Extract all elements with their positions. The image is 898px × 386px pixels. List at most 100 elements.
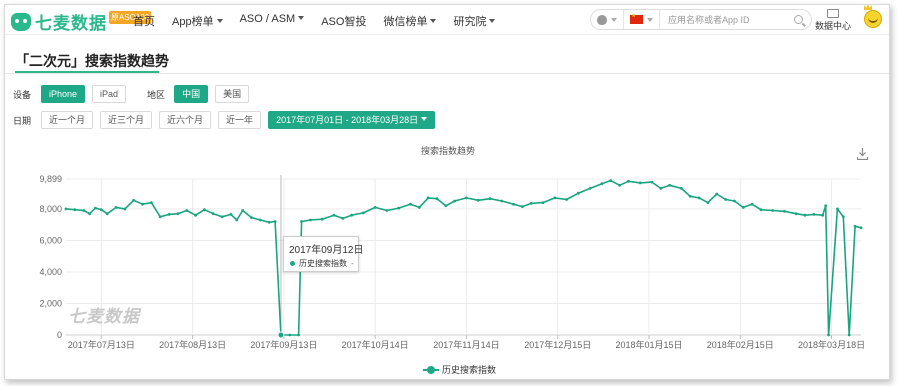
data-point: [88, 212, 91, 216]
data-point: [211, 212, 215, 216]
data-point: [668, 183, 671, 187]
y-tick-label: 4,000: [39, 267, 62, 277]
data-point: [150, 201, 153, 205]
data-point: [194, 213, 198, 217]
data-point: [409, 202, 412, 206]
data-point: [794, 212, 798, 216]
data-point: [341, 217, 345, 220]
data-point: [332, 213, 336, 217]
x-tick-label: 2017年10月14日: [342, 339, 409, 350]
data-point: [853, 224, 857, 228]
chart-watermark: 七麦数据: [68, 307, 140, 326]
data-point: [94, 206, 97, 210]
y-tick-label: 2,000: [39, 298, 62, 308]
chart-legend[interactable]: 历史搜索指数: [423, 363, 496, 376]
data-point: [288, 333, 292, 337]
data-point: [220, 215, 224, 219]
chart-tooltip: 2017年09月12日 历史搜索指数 -: [283, 236, 364, 272]
data-point: [426, 196, 430, 200]
data-point: [105, 212, 109, 216]
data-point: [373, 206, 377, 209]
data-point: [488, 197, 492, 201]
data-point: [64, 207, 68, 211]
data-point: [250, 216, 253, 220]
data-point: [453, 199, 457, 203]
data-point: [659, 187, 663, 190]
data-point: [267, 220, 271, 224]
data-point: [435, 197, 439, 201]
data-point: [385, 209, 389, 212]
data-point: [229, 213, 233, 216]
data-point: [759, 208, 763, 212]
data-point: [203, 208, 206, 212]
data-point: [176, 212, 180, 216]
data-point: [650, 180, 654, 184]
x-tick-label: 2018年03月18日: [798, 339, 865, 350]
data-point: [618, 183, 621, 187]
data-point: [771, 209, 775, 212]
data-point: [158, 215, 162, 219]
data-point: [553, 196, 557, 200]
x-tick-label: 2018年02月15日: [707, 339, 774, 350]
x-tick-label: 2017年08月13日: [159, 339, 226, 350]
tooltip-series: 历史搜索指数: [299, 259, 347, 268]
data-point: [565, 198, 568, 201]
data-point: [706, 201, 710, 205]
data-point: [297, 333, 300, 337]
data-point: [444, 204, 448, 208]
data-point: [185, 209, 189, 212]
data-point: [627, 179, 630, 183]
data-point: [715, 192, 719, 196]
data-point: [697, 196, 701, 200]
data-point: [362, 211, 365, 215]
data-point: [841, 215, 845, 219]
x-tick-label: 2017年09月13日: [250, 339, 317, 350]
data-point: [141, 202, 145, 206]
data-point: [741, 206, 745, 209]
data-point: [783, 209, 786, 213]
tooltip-date: 2017年09月12日: [289, 245, 364, 256]
app-frame: 七麦数据 原ASO100 首页 App榜单 ASO / ASM ASO智投 微信…: [4, 4, 890, 380]
data-point: [300, 220, 303, 223]
data-point: [821, 213, 825, 217]
data-point: [500, 199, 504, 203]
data-point: [123, 207, 127, 211]
data-point: [638, 181, 642, 185]
data-point: [417, 206, 421, 209]
legend-label: 历史搜索指数: [442, 365, 497, 375]
data-point: [803, 213, 807, 217]
data-point: [273, 220, 277, 223]
series-dot-icon: [290, 261, 295, 266]
data-point: [836, 207, 839, 211]
data-point: [235, 218, 239, 222]
tooltip-row: 历史搜索指数 -: [290, 258, 354, 269]
data-point: [132, 198, 136, 202]
data-point: [859, 226, 863, 230]
data-point: [847, 333, 851, 337]
data-point: [588, 187, 592, 190]
data-point: [114, 206, 118, 209]
data-point: [609, 179, 613, 183]
legend-line-icon: [423, 365, 439, 374]
data-point: [521, 205, 524, 209]
data-point: [465, 196, 468, 200]
x-tick-label: 2017年11月14日: [433, 339, 499, 350]
data-point: [529, 202, 533, 205]
data-point: [476, 198, 480, 202]
data-point: [258, 218, 262, 222]
data-point: [541, 201, 545, 205]
data-point: [350, 213, 353, 217]
y-tick-label: 9,899: [39, 174, 62, 184]
data-point: [167, 213, 171, 216]
data-point: [824, 204, 828, 208]
data-point: [309, 218, 312, 222]
data-point: [724, 198, 727, 201]
data-point: [576, 191, 580, 195]
data-point: [73, 208, 77, 212]
data-point: [733, 199, 736, 203]
tooltip-value: -: [351, 259, 354, 268]
data-point: [750, 202, 754, 206]
y-tick-label: 6,000: [39, 235, 62, 245]
data-point: [600, 182, 604, 186]
data-point: [320, 217, 324, 221]
